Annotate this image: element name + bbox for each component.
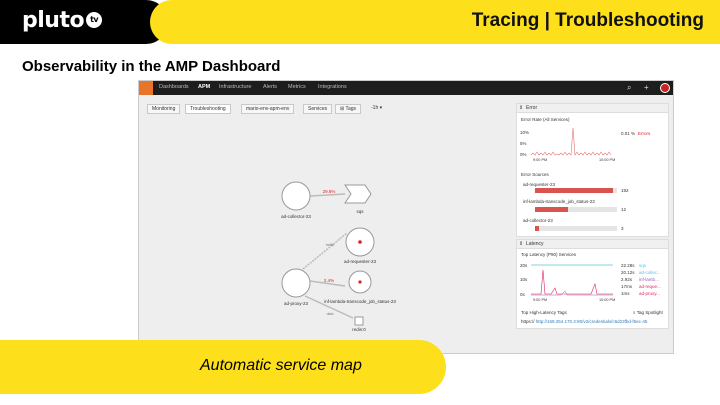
edge-proxy-requester bbox=[302, 232, 348, 270]
time-range-select[interactable]: -1h ▾ bbox=[367, 104, 386, 114]
node-sqs bbox=[344, 184, 372, 204]
latency-tag-value: https:// http://169.254.170.2:80/v2/cred… bbox=[521, 319, 648, 324]
dashboard-screenshot: Dashboards APM Infrastructure Alerts Met… bbox=[138, 80, 674, 354]
add-icon[interactable]: + bbox=[644, 83, 649, 92]
error-source-track bbox=[535, 226, 617, 231]
latency-legend-name[interactable]: ad-reque... bbox=[639, 284, 661, 289]
pluto-tv-logo: pluto tv bbox=[22, 8, 103, 33]
edge-label-proxy-requester: traffic bbox=[326, 243, 335, 247]
latency-y-tick-20: 20s bbox=[520, 263, 528, 268]
error-rate-title: Error Rate (All Services) bbox=[521, 117, 570, 122]
tab-monitoring[interactable]: Monitoring bbox=[147, 104, 181, 114]
slide-subtitle: Observability in the AMP Dashboard bbox=[22, 58, 281, 75]
edge-label-proxy-lambda: 2.4% bbox=[324, 278, 334, 283]
tags-filter[interactable]: ⊞ Tags bbox=[335, 104, 362, 114]
label-redis: redis:0 bbox=[352, 327, 366, 332]
service-map-canvas: ad-collector-23 sqs ad-requester-23 ad-p… bbox=[281, 181, 396, 332]
node-ad-collector bbox=[281, 181, 311, 211]
latency-tags-title: Top High-Latency Tags bbox=[521, 310, 567, 315]
splunk-logo bbox=[139, 81, 153, 95]
error-panel-header[interactable]: Error bbox=[517, 104, 668, 113]
error-x-tick-2: 10:00 PM bbox=[599, 158, 616, 162]
tag-spotlight-link[interactable]: ⌕ Tag Spotlight bbox=[633, 310, 663, 315]
error-y-tick-10: 10% bbox=[520, 130, 530, 135]
error-y-tick-5: 5% bbox=[520, 141, 527, 146]
error-source-count: 3 bbox=[621, 226, 624, 231]
latency-legend-name[interactable]: sqs bbox=[639, 263, 646, 268]
error-dot-requester bbox=[358, 240, 362, 244]
title-band: Tracing | Troubleshooting bbox=[150, 0, 720, 44]
latency-chart bbox=[531, 264, 613, 296]
slide-header: pluto tv Tracing | Troubleshooting bbox=[0, 0, 720, 44]
tab-troubleshooting[interactable]: Troubleshooting bbox=[185, 104, 231, 114]
latency-x-tick-1: 9:00 PM bbox=[533, 298, 548, 302]
error-x-tick-1: 9:00 PM bbox=[533, 158, 548, 162]
latency-y-tick-0: 0s bbox=[520, 292, 525, 297]
error-dot-lambda bbox=[358, 280, 362, 284]
search-icon[interactable]: ⌕ bbox=[627, 83, 631, 93]
error-source-count: 12 bbox=[621, 207, 627, 212]
node-redis bbox=[354, 316, 364, 326]
latency-title: Top Latency (P90) Services bbox=[521, 252, 577, 257]
service-map[interactable]: ad-collector-23 sqs ad-requester-23 ad-p… bbox=[139, 121, 511, 353]
latency-legend-value: 20.12s bbox=[621, 270, 635, 275]
avatar[interactable] bbox=[660, 83, 670, 93]
latency-y-tick-10: 10s bbox=[520, 277, 528, 282]
label-inf-lambda: inf-lambda-transcode_job_status-23 bbox=[324, 299, 396, 304]
latency-x-tick-2: 10:00 PM bbox=[599, 298, 616, 302]
error-source-bar bbox=[535, 207, 568, 212]
environment-select[interactable]: mario-env-apm-env bbox=[241, 104, 295, 114]
latency-legend-value: 17ms bbox=[621, 284, 633, 289]
edge-label-collector-sqs: 29.8% bbox=[323, 189, 336, 194]
nav-dashboards[interactable]: Dashboards bbox=[159, 84, 189, 90]
latency-legend-value: 1ms bbox=[621, 291, 630, 296]
error-source-count: 192 bbox=[621, 188, 629, 193]
error-source-track bbox=[535, 207, 617, 212]
error-rate-value: 0.01 % bbox=[621, 131, 636, 136]
error-source-name[interactable]: ad-collector-23 bbox=[523, 218, 553, 223]
label-ad-requester: ad-requester-23 bbox=[344, 259, 377, 264]
node-ad-proxy bbox=[281, 268, 311, 298]
slide-caption: Automatic service map bbox=[200, 357, 362, 374]
services-filter[interactable]: Services bbox=[303, 104, 333, 114]
nav-alerts[interactable]: Alerts bbox=[263, 84, 277, 90]
nav-infrastructure[interactable]: Infrastructure bbox=[219, 84, 251, 90]
error-source-name[interactable]: ad-requester-23 bbox=[523, 182, 555, 187]
error-rate-unit: Errors bbox=[638, 131, 651, 136]
edge-label-proxy-redis: data bbox=[327, 312, 334, 316]
logo-container: pluto tv bbox=[0, 0, 168, 44]
slide-title: Tracing | Troubleshooting bbox=[471, 10, 704, 31]
error-source-bar bbox=[535, 226, 540, 231]
error-source-name[interactable]: inf-lambda-transcode_job_status-23 bbox=[523, 199, 595, 204]
error-y-tick-0: 0% bbox=[520, 152, 527, 157]
nav-apm[interactable]: APM bbox=[198, 84, 210, 90]
label-ad-proxy: ad-proxy-23 bbox=[284, 301, 309, 306]
logo-tv-badge: tv bbox=[86, 12, 103, 28]
latency-legend-value: 22.28s bbox=[621, 263, 635, 268]
error-sources-title: Error Sources bbox=[521, 172, 549, 177]
error-panel: Error Error Rate (All Services) 10% 5% 0… bbox=[516, 103, 669, 237]
latency-panel-header[interactable]: Latency bbox=[517, 240, 668, 249]
latency-legend-name[interactable]: inf-lamb... bbox=[639, 277, 659, 282]
latency-line-proxy bbox=[531, 269, 613, 295]
error-source-track bbox=[535, 188, 617, 193]
label-sqs: sqs bbox=[356, 209, 364, 214]
latency-legend-value: 2.92s bbox=[621, 277, 633, 282]
latency-legend-name[interactable]: ad-collec... bbox=[639, 270, 661, 275]
edge-collector-sqs bbox=[309, 193, 346, 197]
latency-panel: Latency Top Latency (P90) Services 20s 1… bbox=[516, 239, 669, 329]
error-rate-line bbox=[531, 127, 612, 156]
latency-line-lambda bbox=[531, 290, 613, 296]
nav-metrics[interactable]: Metrics bbox=[288, 84, 306, 90]
latency-legend-name[interactable]: ad-proxy... bbox=[639, 291, 660, 296]
top-nav: Dashboards APM Infrastructure Alerts Met… bbox=[139, 81, 673, 95]
latency-tag-link[interactable]: http://169.254.170.2:80/v2/credentials/c… bbox=[536, 319, 648, 324]
error-rate-chart bbox=[531, 127, 612, 156]
nav-integrations[interactable]: Integrations bbox=[318, 84, 347, 90]
label-ad-collector: ad-collector-23 bbox=[281, 214, 311, 219]
error-source-bar bbox=[535, 188, 613, 193]
